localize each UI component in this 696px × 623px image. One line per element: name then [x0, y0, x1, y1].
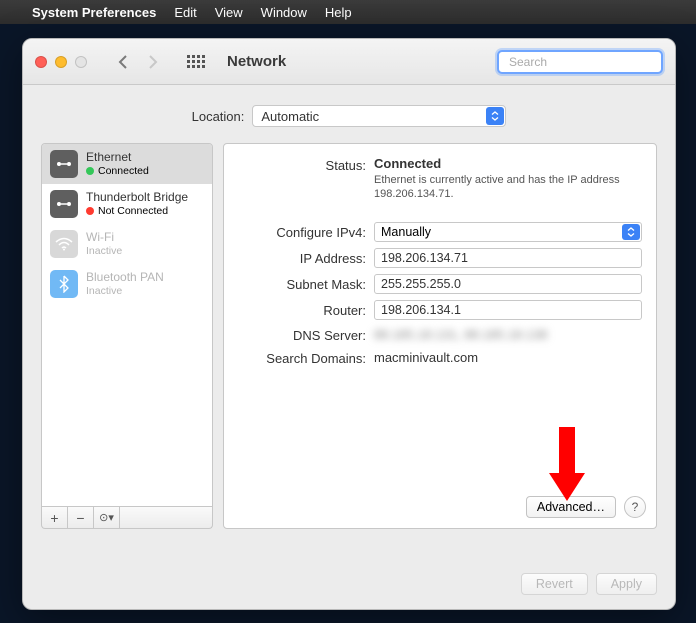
menu-window[interactable]: Window: [261, 5, 307, 20]
location-select[interactable]: Automatic: [252, 105, 506, 127]
status-dot-icon: [86, 207, 94, 215]
chevron-updown-icon: [486, 107, 504, 125]
forward-button[interactable]: [139, 50, 167, 74]
app-menu[interactable]: System Preferences: [32, 5, 156, 20]
router-label: Router:: [238, 301, 374, 318]
sidebar-item-status: Inactive: [86, 245, 122, 257]
location-label: Location:: [192, 109, 245, 124]
traffic-lights: [35, 56, 87, 68]
dns-value: 88.185.18.131, 88.185.18.138: [374, 327, 642, 342]
status-description: Ethernet is currently active and has the…: [374, 173, 642, 202]
subnet-input[interactable]: [374, 274, 642, 294]
sidebar-item-label: Wi-Fi: [86, 231, 122, 245]
configure-value: Manually: [381, 225, 431, 239]
sidebar: Ethernet Connected Thunderbolt Bridge No…: [41, 143, 213, 529]
chevron-updown-icon: [622, 224, 640, 240]
content: Ethernet Connected Thunderbolt Bridge No…: [23, 143, 675, 529]
status-dot-icon: [86, 167, 94, 175]
menu-view[interactable]: View: [215, 5, 243, 20]
apply-button[interactable]: Apply: [596, 573, 657, 595]
details-pane: Status: Connected Ethernet is currently …: [223, 143, 657, 529]
sidebar-item-thunderbolt[interactable]: Thunderbolt Bridge Not Connected: [42, 184, 212, 224]
sidebar-item-label: Thunderbolt Bridge: [86, 191, 188, 205]
location-row: Location: Automatic: [23, 85, 675, 143]
wifi-icon: [50, 230, 78, 258]
close-button[interactable]: [35, 56, 47, 68]
remove-button[interactable]: −: [68, 507, 94, 528]
nav-buttons: [109, 50, 167, 74]
router-input[interactable]: [374, 300, 642, 320]
network-list: Ethernet Connected Thunderbolt Bridge No…: [41, 143, 213, 507]
ip-label: IP Address:: [238, 249, 374, 266]
sidebar-item-ethernet[interactable]: Ethernet Connected: [42, 144, 212, 184]
menu-edit[interactable]: Edit: [174, 5, 196, 20]
help-button[interactable]: ?: [624, 496, 646, 518]
sidebar-item-status: Connected: [98, 165, 149, 177]
window-title: Network: [227, 53, 286, 70]
more-button[interactable]: ⊙▾: [94, 507, 120, 528]
bluetooth-icon: [50, 270, 78, 298]
status-label: Status:: [238, 156, 374, 173]
revert-button[interactable]: Revert: [521, 573, 588, 595]
sidebar-item-wifi[interactable]: Wi-Fi Inactive: [42, 224, 212, 264]
zoom-button: [75, 56, 87, 68]
status-value: Connected: [374, 156, 642, 171]
advanced-button[interactable]: Advanced…: [526, 496, 616, 518]
menu-help[interactable]: Help: [325, 5, 352, 20]
search-field[interactable]: [497, 50, 663, 74]
dns-label: DNS Server:: [238, 326, 374, 343]
titlebar: Network: [23, 39, 675, 85]
show-all-icon[interactable]: [187, 55, 205, 68]
search-domains-label: Search Domains:: [238, 349, 374, 366]
sidebar-item-label: Bluetooth PAN: [86, 271, 164, 285]
search-domains-value: macminivault.com: [374, 350, 642, 365]
ethernet-icon: [50, 190, 78, 218]
sidebar-item-label: Ethernet: [86, 151, 149, 165]
add-button[interactable]: +: [42, 507, 68, 528]
preferences-window: Network Location: Automatic: [22, 38, 676, 610]
minimize-button[interactable]: [55, 56, 67, 68]
location-value: Automatic: [261, 109, 319, 124]
bottom-bar: Revert Apply: [521, 573, 657, 595]
search-input[interactable]: [509, 55, 664, 69]
configure-select[interactable]: Manually: [374, 222, 642, 242]
menubar: System Preferences Edit View Window Help: [0, 0, 696, 24]
configure-label: Configure IPv4:: [238, 223, 374, 240]
ethernet-icon: [50, 150, 78, 178]
sidebar-item-bluetooth[interactable]: Bluetooth PAN Inactive: [42, 264, 212, 304]
sidebar-item-status: Inactive: [86, 285, 164, 297]
back-button[interactable]: [109, 50, 137, 74]
subnet-label: Subnet Mask:: [238, 275, 374, 292]
sidebar-item-status: Not Connected: [98, 205, 168, 217]
ip-input[interactable]: [374, 248, 642, 268]
list-footer: + − ⊙▾: [41, 507, 213, 529]
